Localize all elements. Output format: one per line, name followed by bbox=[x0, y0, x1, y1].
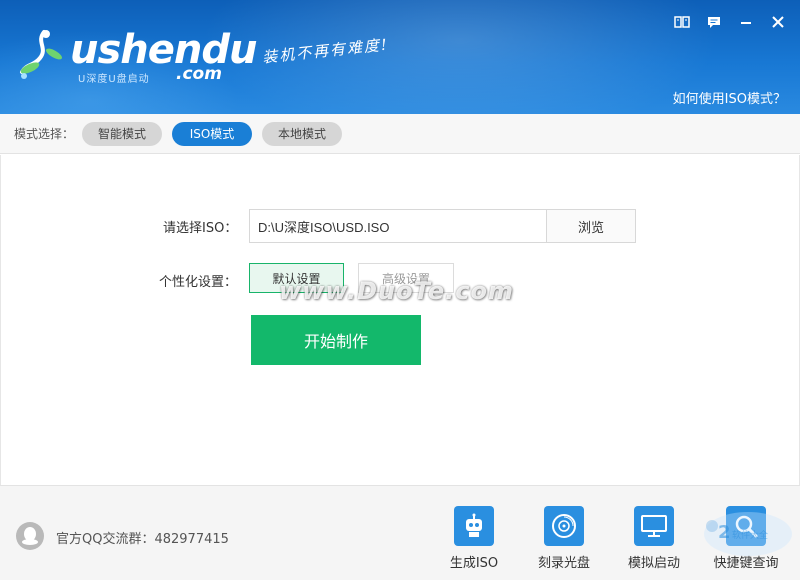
advanced-settings-button[interactable]: 高级设置 bbox=[358, 263, 454, 293]
mode-bar: 模式选择： 智能模式 ISO模式 本地模式 bbox=[0, 114, 800, 154]
monitor-icon bbox=[634, 506, 674, 546]
mode-local-button[interactable]: 本地模式 bbox=[262, 121, 343, 146]
generate-iso-tool[interactable]: 生成ISO bbox=[434, 506, 514, 576]
magnifier-icon bbox=[726, 506, 766, 546]
mode-smart-button[interactable]: 智能模式 bbox=[82, 121, 163, 146]
logo-icon bbox=[20, 30, 62, 79]
logo-text: ushendu bbox=[70, 27, 257, 73]
book-icon[interactable] bbox=[670, 12, 694, 32]
default-settings-button[interactable]: 默认设置 bbox=[249, 263, 344, 293]
robot-icon bbox=[454, 506, 494, 546]
minimize-icon[interactable] bbox=[734, 12, 758, 32]
qq-group-text: 官方QQ交流群：482977415 bbox=[56, 532, 229, 547]
burn-disc-tool[interactable]: 刻录光盘 bbox=[524, 506, 604, 576]
chat-icon[interactable] bbox=[702, 12, 726, 32]
burn-disc-label: 刻录光盘 bbox=[537, 556, 590, 571]
mode-iso-button[interactable]: ISO模式 bbox=[172, 121, 253, 146]
window-controls bbox=[670, 12, 790, 32]
simulate-boot-tool[interactable]: 模拟启动 bbox=[614, 506, 694, 576]
browse-button[interactable]: 浏览 bbox=[546, 209, 636, 243]
disc-icon bbox=[544, 506, 584, 546]
iso-select-label: 请选择ISO： bbox=[163, 221, 238, 236]
main-panel: 请选择ISO： 浏览 个性化设置： 默认设置 高级设置 开始制作 www.Duo… bbox=[0, 155, 800, 485]
iso-path-input[interactable] bbox=[249, 209, 547, 243]
iso-help-link[interactable]: 如何使用ISO模式？ bbox=[673, 88, 786, 107]
footer: 官方QQ交流群：482977415 生成ISO 刻录光盘 模拟启动 快捷键查询 … bbox=[0, 485, 800, 580]
shortcut-query-tool[interactable]: 快捷键查询 bbox=[706, 506, 786, 576]
qq-icon bbox=[16, 522, 44, 550]
close-icon[interactable] bbox=[766, 12, 790, 32]
generate-iso-label: 生成ISO bbox=[449, 556, 499, 571]
simulate-boot-label: 模拟启动 bbox=[627, 556, 680, 571]
mode-label: 模式选择： bbox=[14, 127, 75, 141]
app-header: ushendu U深度U盘启动 .com 装机不再有难度! 如何使用ISO模式？ bbox=[0, 0, 800, 114]
logo-subtitle: U深度U盘启动 bbox=[78, 74, 150, 85]
start-button[interactable]: 开始制作 bbox=[251, 315, 421, 365]
logo-domain: .com bbox=[176, 64, 222, 84]
custom-settings-label: 个性化设置： bbox=[159, 275, 238, 290]
shortcut-query-label: 快捷键查询 bbox=[713, 556, 779, 571]
